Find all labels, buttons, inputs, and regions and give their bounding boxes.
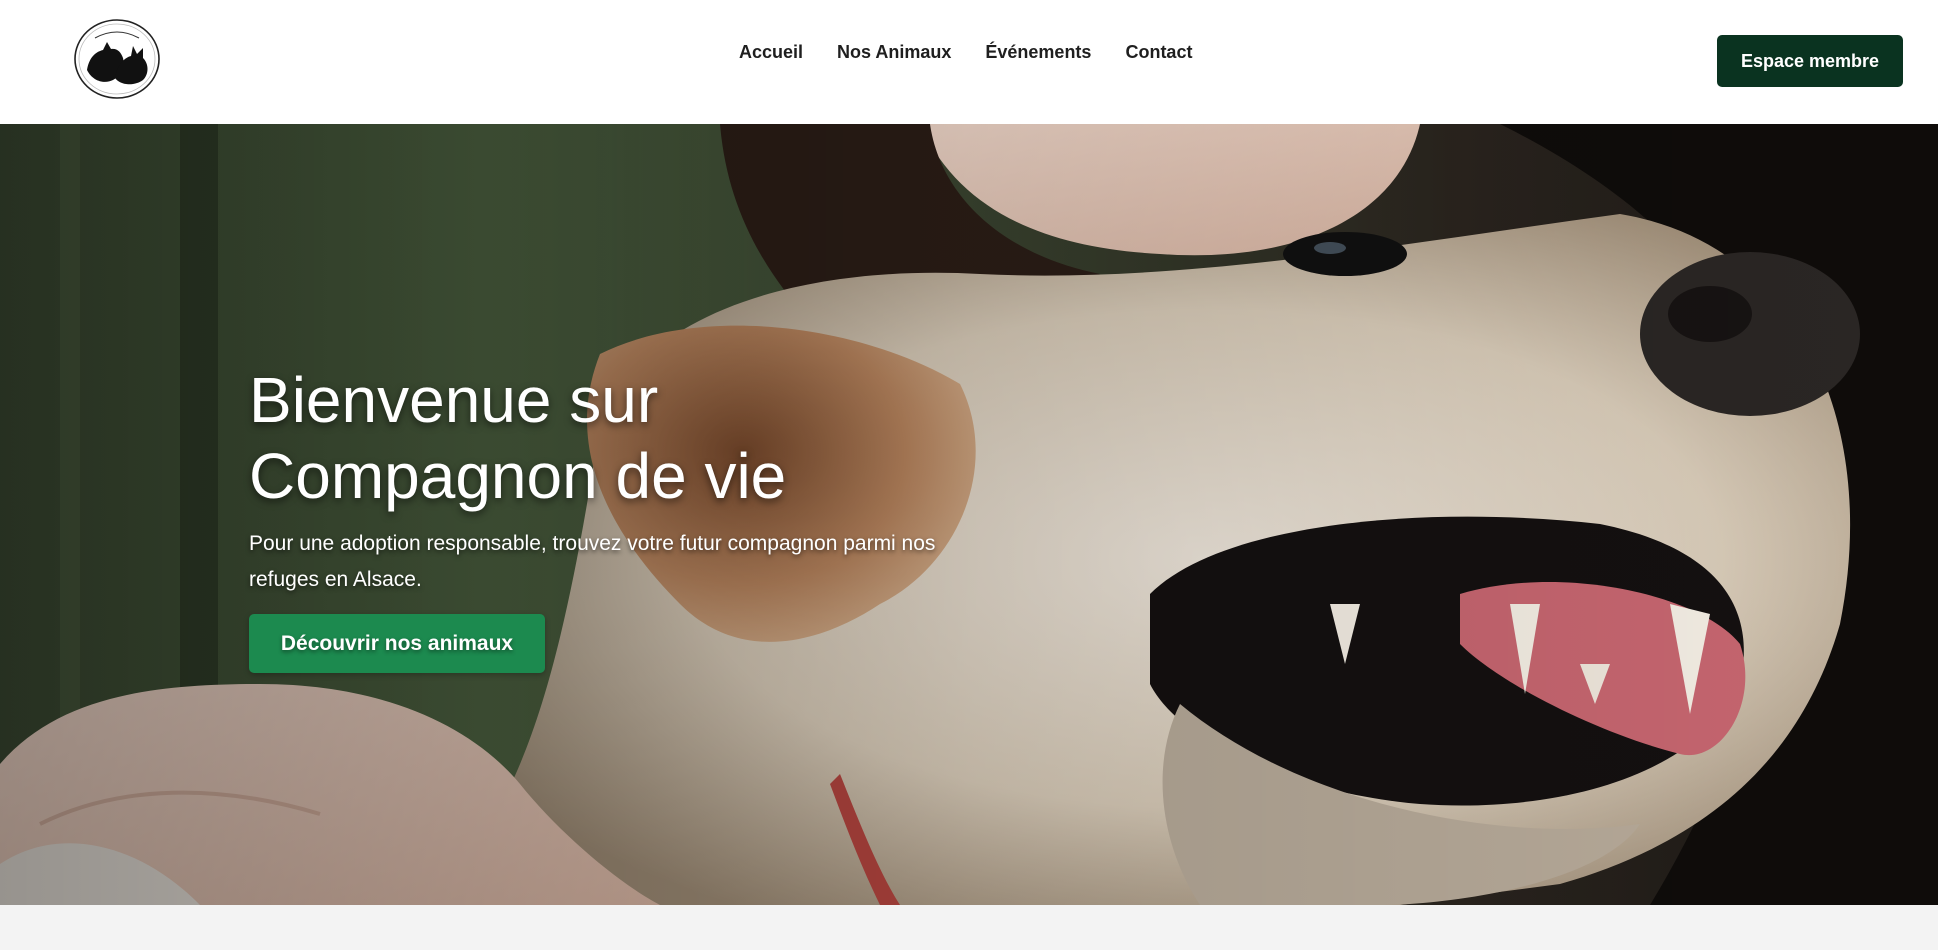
nav-link-accueil[interactable]: Accueil <box>739 40 803 64</box>
nav-link-nos-animaux[interactable]: Nos Animaux <box>837 40 951 64</box>
hero-title: Bienvenue sur Compagnon de vie <box>249 362 989 514</box>
discover-animals-button[interactable]: Découvrir nos animaux <box>249 614 545 673</box>
main-nav: Accueil Nos Animaux Événements Contact <box>739 40 1192 64</box>
nav-link-contact[interactable]: Contact <box>1125 40 1192 64</box>
hero-section: Bienvenue sur Compagnon de vie Pour une … <box>0 124 1938 905</box>
hero-content: Bienvenue sur Compagnon de vie Pour une … <box>249 362 989 673</box>
hero-title-line-2: Compagnon de vie <box>249 440 787 512</box>
logo-link[interactable] <box>73 18 161 100</box>
hero-title-line-1: Bienvenue sur <box>249 364 659 436</box>
hero-subtitle: Pour une adoption responsable, trouvez v… <box>249 532 936 591</box>
site-header: Accueil Nos Animaux Événements Contact E… <box>0 0 1938 124</box>
next-section-strip <box>0 905 1938 950</box>
cat-dog-logo-icon <box>74 19 160 99</box>
nav-link-evenements[interactable]: Événements <box>985 40 1091 64</box>
member-area-button[interactable]: Espace membre <box>1717 35 1903 87</box>
